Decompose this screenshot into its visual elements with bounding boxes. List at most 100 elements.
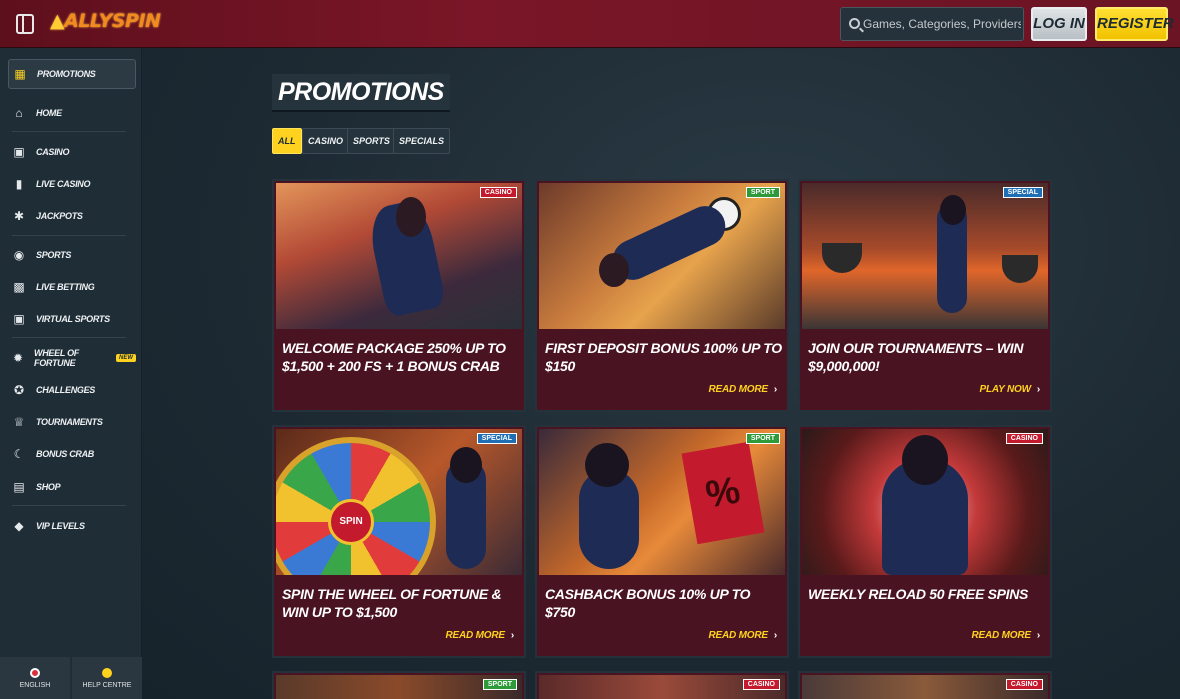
sidebar-item-wheel-of-fortune[interactable]: ✹ WHEEL OF FORTUNE NEW xyxy=(8,344,136,372)
chevron-right-icon: › xyxy=(773,630,777,641)
sidebar-item-jackpots[interactable]: ✱ JACKPOTS xyxy=(8,202,136,230)
site-logo[interactable]: ▲ALLYSPIN xyxy=(50,10,161,38)
promo-title: SPIN THE WHEEL OF FORTUNE & WIN UP TO $1… xyxy=(282,586,502,620)
trophy-icon: ♕ xyxy=(13,415,25,429)
promo-title: FIRST DEPOSIT BONUS 100% UP TO $150 xyxy=(545,340,782,374)
sidebar-item-label: VIRTUAL SPORTS xyxy=(36,314,110,324)
register-button[interactable]: REGISTER xyxy=(1095,7,1174,41)
category-badge: SPECIAL xyxy=(1002,187,1043,198)
promo-image: % SPORT xyxy=(539,429,785,575)
read-more-link[interactable]: READ MORE › xyxy=(972,630,1041,641)
sidebar-item-label: CASINO xyxy=(36,147,70,157)
virtual-icon: ▣ xyxy=(13,312,25,326)
sidebar-item-tournaments[interactable]: ♕ TOURNAMENTS xyxy=(8,408,136,436)
wheel-icon: ✹ xyxy=(12,351,24,365)
live-icon: ▩ xyxy=(13,280,25,294)
sidebar-item-label: LIVE BETTING xyxy=(36,282,95,292)
crab-icon: ☾ xyxy=(13,447,25,461)
read-more-link[interactable]: READ MORE › xyxy=(709,630,778,641)
tab-specials[interactable]: SPECIALS xyxy=(393,128,451,154)
promo-image: CASINO xyxy=(539,675,785,699)
promo-card[interactable]: CASINO WELCOME PACKAGE 250% UP TO $1,500… xyxy=(272,179,526,412)
tab-casino[interactable]: CASINO xyxy=(302,128,350,154)
home-icon: ⌂ xyxy=(15,106,23,120)
divider xyxy=(12,337,126,338)
search-box[interactable] xyxy=(840,7,1024,41)
category-badge: SPORT xyxy=(745,187,780,198)
sidebar-item-label: LIVE CASINO xyxy=(36,179,91,189)
category-badge: CASINO xyxy=(1005,679,1043,690)
search-input[interactable] xyxy=(863,14,1021,34)
login-button[interactable]: LOG IN xyxy=(1031,7,1087,41)
sidebar-item-live-casino[interactable]: ▮ LIVE CASINO xyxy=(8,170,136,198)
sidebar-item-label: HOME xyxy=(36,108,62,118)
diamond-icon: ◆ xyxy=(14,519,24,533)
help-centre-button[interactable]: HELP CENTRE xyxy=(72,657,142,699)
chevron-right-icon: › xyxy=(773,384,777,395)
sidebar-item-challenges[interactable]: ✪ CHALLENGES xyxy=(8,376,136,404)
new-badge: NEW xyxy=(116,354,136,362)
jackpot-icon: ✱ xyxy=(13,209,25,223)
football-icon: ◉ xyxy=(13,248,25,262)
sidebar-item-shop[interactable]: ▤ SHOP xyxy=(8,473,136,501)
chevron-right-icon: › xyxy=(510,630,514,641)
tab-all[interactable]: ALL xyxy=(272,128,302,154)
page-title: PROMOTIONS xyxy=(272,74,450,112)
sidebar-item-label: WHEEL OF FORTUNE xyxy=(34,348,79,368)
promo-card[interactable]: % SPORT CASHBACK BONUS 10% UP TO $750 RE… xyxy=(535,425,789,658)
promo-image: CASINO xyxy=(276,183,522,329)
promo-card[interactable]: SPECIAL JOIN OUR TOURNAMENTS – WIN $9,00… xyxy=(798,179,1052,412)
promo-image: SPECIAL xyxy=(802,183,1048,329)
promo-card[interactable]: CASINO xyxy=(535,671,789,699)
search-icon xyxy=(849,18,860,29)
sidebar-item-label: SHOP xyxy=(36,482,61,492)
promo-image: SPORT xyxy=(539,183,785,329)
category-badge: SPORT xyxy=(745,433,780,444)
tab-sports[interactable]: SPORTS xyxy=(347,128,396,154)
read-more-link[interactable]: READ MORE › xyxy=(709,384,778,395)
sidebar-item-promotions[interactable]: ▦ PROMOTIONS xyxy=(8,59,136,89)
sidebar-toggle-icon[interactable] xyxy=(16,14,34,34)
sidebar-item-label: TOURNAMENTS xyxy=(36,417,103,427)
divider xyxy=(12,505,126,506)
play-now-link[interactable]: PLAY NOW › xyxy=(979,384,1040,395)
sidebar-item-home[interactable]: ⌂ HOME xyxy=(8,99,136,127)
sidebar-item-live-betting[interactable]: ▩ LIVE BETTING xyxy=(8,273,136,301)
chevron-right-icon: › xyxy=(1036,630,1040,641)
promo-card[interactable]: CASINO xyxy=(798,671,1052,699)
sidebar-item-label: VIP LEVELS xyxy=(36,521,85,531)
category-badge: CASINO xyxy=(742,679,780,690)
language-selector[interactable]: ENGLISH xyxy=(0,657,70,699)
sidebar-item-sports[interactable]: ◉ SPORTS xyxy=(8,241,136,269)
sidebar-footer: ENGLISH HELP CENTRE xyxy=(0,657,142,699)
sidebar-item-label: JACKPOTS xyxy=(36,211,83,221)
gift-icon: ▦ xyxy=(14,67,26,81)
sidebar-item-label: BONUS CRAB xyxy=(36,449,95,459)
sidebar-item-vip-levels[interactable]: ◆ VIP LEVELS xyxy=(8,512,136,540)
divider xyxy=(12,235,126,236)
language-label: ENGLISH xyxy=(19,681,51,689)
promo-image: CASINO xyxy=(802,429,1048,575)
sidebar-item-virtual-sports[interactable]: ▣ VIRTUAL SPORTS xyxy=(8,305,136,333)
category-badge: SPORT xyxy=(482,679,517,690)
promo-image: CASINO xyxy=(802,675,1048,699)
category-badge: SPECIAL xyxy=(476,433,517,444)
read-more-link[interactable]: READ MORE › xyxy=(446,630,515,641)
sidebar-item-label: CHALLENGES xyxy=(36,385,96,395)
promo-title: WEEKLY RELOAD 50 FREE SPINS xyxy=(808,586,1029,602)
promo-card[interactable]: SPIN SPECIAL SPIN THE WHEEL OF FORTUNE &… xyxy=(272,425,526,658)
sidebar-item-casino[interactable]: ▣ CASINO xyxy=(8,138,136,166)
promo-image: SPIN SPECIAL xyxy=(276,429,522,575)
card-icon: ▮ xyxy=(15,177,23,191)
promo-card[interactable]: SPORT xyxy=(272,671,526,699)
slot-machine-icon: ▣ xyxy=(13,145,25,159)
help-icon xyxy=(102,667,112,678)
category-badge: CASINO xyxy=(1005,433,1043,444)
cart-icon: ▤ xyxy=(13,480,25,494)
chevron-right-icon: › xyxy=(1036,384,1040,395)
top-header: ▲ALLYSPIN LOG IN REGISTER xyxy=(0,0,1180,48)
promo-card[interactable]: SPORT FIRST DEPOSIT BONUS 100% UP TO $15… xyxy=(535,179,789,412)
help-label: HELP CENTRE xyxy=(82,681,132,689)
promo-card[interactable]: CASINO WEEKLY RELOAD 50 FREE SPINS READ … xyxy=(798,425,1052,658)
sidebar-item-bonus-crab[interactable]: ☾ BONUS CRAB xyxy=(8,440,136,468)
